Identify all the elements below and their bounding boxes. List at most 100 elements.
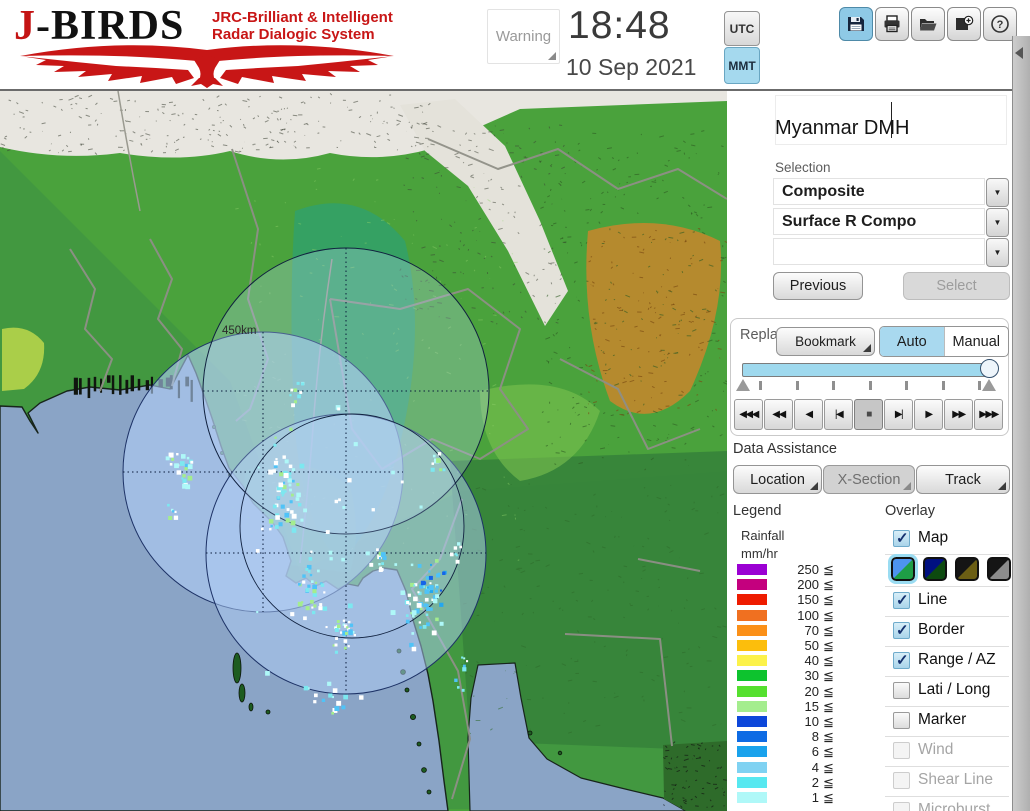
clock-time: 18:48 bbox=[568, 4, 671, 47]
play-reverse-button[interactable]: ◀ bbox=[794, 399, 823, 430]
step-back-button[interactable]: |◀ bbox=[824, 399, 853, 430]
slider-start-marker[interactable] bbox=[736, 379, 750, 391]
legend-color-swatch bbox=[737, 731, 767, 743]
print-button[interactable] bbox=[875, 7, 909, 41]
legend-color-swatch bbox=[737, 579, 767, 591]
collapse-arrow-icon[interactable] bbox=[1015, 47, 1023, 59]
map-style-swatch-1[interactable] bbox=[888, 554, 918, 584]
panel-collapse-strip[interactable] bbox=[1012, 36, 1030, 811]
legend-value: 30 bbox=[804, 668, 819, 684]
legend-color-swatch bbox=[737, 792, 767, 803]
overlay-item-label: Wind bbox=[918, 741, 954, 758]
legend-value: 8 bbox=[811, 729, 819, 745]
app-logo-title: J-BIRDS bbox=[14, 2, 184, 50]
forward-fastest-button[interactable]: ▶▶▶ bbox=[974, 399, 1003, 430]
legend-lte-symbol: ≦ bbox=[823, 759, 834, 775]
overlay-row: Lati / Long bbox=[885, 677, 1009, 707]
legend-lte-symbol: ≦ bbox=[823, 622, 834, 638]
dropdown-product-1[interactable]: Composite bbox=[773, 178, 985, 205]
legend-lte-symbol: ≦ bbox=[823, 562, 834, 577]
replay-slider-track[interactable] bbox=[742, 363, 994, 377]
map-style-swatch-4[interactable] bbox=[987, 557, 1011, 581]
legend-lte-symbol: ≦ bbox=[823, 744, 834, 760]
map-style-row bbox=[885, 554, 1011, 587]
manual-button[interactable]: Manual bbox=[943, 327, 1009, 356]
legend-value: 200 bbox=[797, 577, 819, 593]
mmt-button[interactable]: MMT bbox=[724, 47, 760, 84]
overlay-item-label[interactable]: Map bbox=[918, 529, 948, 547]
track-button[interactable]: Track bbox=[916, 465, 1010, 494]
overlay-checkbox-map[interactable] bbox=[893, 529, 910, 547]
previous-button[interactable]: Previous bbox=[773, 272, 863, 300]
legend-lte-symbol: ≦ bbox=[823, 607, 834, 623]
location-fold-icon bbox=[810, 482, 818, 490]
auto-button[interactable]: Auto bbox=[880, 327, 944, 356]
capture-image-button[interactable] bbox=[947, 7, 981, 41]
data-assistance-label: Data Assistance bbox=[733, 441, 837, 457]
map-style-swatch-2[interactable] bbox=[923, 557, 947, 581]
overlay-checkbox-shear-line bbox=[893, 772, 910, 789]
legend-lte-symbol: ≦ bbox=[823, 668, 834, 684]
overlay-item-label[interactable]: Marker bbox=[918, 711, 966, 729]
step-forward-button[interactable]: ▶| bbox=[884, 399, 913, 430]
legend-value: 100 bbox=[797, 607, 819, 623]
forward-button[interactable]: ▶▶ bbox=[944, 399, 973, 430]
select-button[interactable]: Select bbox=[903, 272, 1010, 300]
stop-button[interactable]: ■ bbox=[854, 399, 883, 430]
legend-color-swatch bbox=[737, 746, 767, 758]
legend-color-swatch bbox=[737, 761, 767, 773]
logo-tagline: JRC-Brilliant & Intelligent Radar Dialog… bbox=[212, 9, 393, 43]
folder-open-icon bbox=[920, 19, 937, 31]
svg-text:?: ? bbox=[997, 19, 1004, 31]
legend-value: 4 bbox=[811, 759, 819, 775]
x-section-button[interactable]: X-Section bbox=[823, 465, 915, 494]
radar-map[interactable]: 450km bbox=[0, 91, 727, 811]
warning-label: Warning bbox=[495, 28, 552, 45]
bookmark-button[interactable]: Bookmark bbox=[776, 327, 875, 356]
play-button[interactable]: ▶ bbox=[914, 399, 943, 430]
open-folder-button[interactable] bbox=[911, 7, 945, 41]
overlay-checkbox-range-az[interactable] bbox=[893, 651, 910, 669]
overlay-checkbox-marker[interactable] bbox=[893, 712, 910, 729]
dropdown-arrow-2[interactable]: ▼ bbox=[986, 208, 1009, 237]
overlay-checkbox-wind bbox=[893, 742, 910, 759]
overlay-row: Shear Line bbox=[885, 767, 1009, 797]
rewind-fastest-button[interactable]: ◀◀◀ bbox=[734, 399, 763, 430]
slider-tick bbox=[795, 381, 799, 390]
slider-end-marker[interactable] bbox=[982, 379, 996, 391]
dropdown-product-3[interactable] bbox=[773, 238, 985, 265]
overlay-item-label[interactable]: Lati / Long bbox=[918, 681, 990, 699]
x-section-label: X-Section bbox=[837, 471, 901, 488]
legend-color-swatch bbox=[737, 655, 767, 667]
utc-button[interactable]: UTC bbox=[724, 11, 760, 46]
selection-label: Selection bbox=[775, 160, 831, 175]
replay-slider-handle[interactable] bbox=[980, 359, 999, 378]
warning-fold-icon bbox=[548, 52, 556, 60]
legend-color-swatch bbox=[737, 640, 767, 651]
overlay-row: Microburst bbox=[885, 797, 1009, 811]
overlay-item-label[interactable]: Line bbox=[918, 591, 947, 609]
dropdown-arrow-1[interactable]: ▼ bbox=[986, 178, 1009, 207]
printer-icon bbox=[884, 15, 900, 33]
legend-value: 70 bbox=[804, 622, 819, 638]
overlay-checkbox-lati-long[interactable] bbox=[893, 682, 910, 699]
dropdown-arrow-3[interactable]: ▼ bbox=[986, 238, 1009, 267]
track-label: Track bbox=[945, 471, 981, 488]
eagle-logo-icon bbox=[20, 45, 394, 88]
rewind-button[interactable]: ◀◀ bbox=[764, 399, 793, 430]
dropdown-product-2[interactable]: Surface R Compo bbox=[773, 208, 985, 235]
track-fold-icon bbox=[998, 482, 1006, 490]
legend-lte-symbol: ≦ bbox=[823, 774, 834, 790]
map-style-swatch-3[interactable] bbox=[955, 557, 979, 581]
overlay-checkbox-line[interactable] bbox=[893, 591, 910, 609]
legend-color-swatch bbox=[737, 624, 767, 636]
overlay-checkbox-border[interactable] bbox=[893, 621, 910, 639]
x-section-fold-icon bbox=[903, 482, 911, 490]
legend-color-swatch bbox=[737, 564, 767, 575]
overlay-item-label[interactable]: Border bbox=[918, 621, 965, 639]
save-button[interactable] bbox=[839, 7, 873, 41]
overlay-item-label[interactable]: Range / AZ bbox=[918, 651, 996, 669]
warning-button[interactable]: Warning bbox=[487, 9, 560, 64]
location-button[interactable]: Location bbox=[733, 465, 822, 494]
floppy-icon bbox=[848, 17, 864, 31]
